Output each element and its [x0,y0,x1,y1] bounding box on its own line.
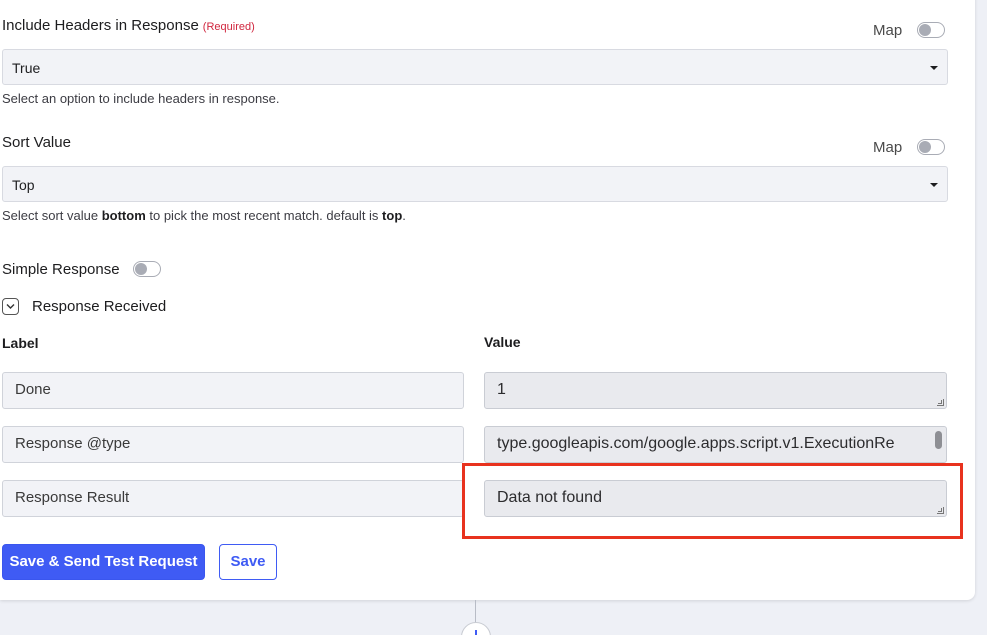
map-toggle-sort-value[interactable] [917,139,945,155]
sort-value-title: Sort Value [2,134,71,151]
response-label-input[interactable]: Done [2,372,464,409]
highlight-box [462,463,963,539]
add-step-icon[interactable] [461,622,491,635]
help-bold-bottom: bottom [101,208,146,223]
response-value-field[interactable]: 1 [484,372,947,409]
response-value-field[interactable]: type.googleapis.com/google.apps.script.v… [484,426,947,463]
value-text: 1 [497,381,506,398]
label-text: Response Result [15,489,130,506]
response-received-label: Response Received [32,298,167,315]
required-badge: (Required) [202,21,255,33]
toggle-knob [919,24,931,36]
include-headers-select[interactable]: True [2,49,948,85]
help-text: . [402,208,406,223]
toggle-knob [135,263,147,275]
map-toggle-include-headers[interactable] [917,22,945,38]
save-button[interactable]: Save [219,544,277,580]
response-label-input[interactable]: Response Result [2,480,464,517]
map-label: Map [873,22,903,39]
simple-response-toggle[interactable] [133,261,161,277]
help-bold-top: top [382,208,403,223]
collapse-toggle[interactable] [2,298,19,315]
scrollbar-thumb[interactable] [935,431,942,449]
resize-handle-icon[interactable] [937,399,944,406]
caret-down-icon [930,66,938,70]
help-text: to pick the most recent match. default i… [145,208,383,223]
value-column-header: Value [484,334,521,350]
caret-down-icon [930,183,938,187]
include-headers-help: Select an option to include headers in r… [2,91,280,106]
save-send-test-button[interactable]: Save & Send Test Request [2,544,205,580]
response-label-input[interactable]: Response @type [2,426,464,463]
label-text: Response @type [15,435,131,452]
toggle-knob [919,141,931,153]
sort-value-select[interactable]: Top [2,166,948,202]
include-headers-title: Include Headers in Response (Required) [2,17,255,34]
label-text: Done [15,381,51,398]
value-text: type.googleapis.com/google.apps.script.v… [497,435,895,452]
include-headers-selected: True [12,60,41,76]
simple-response-label: Simple Response [2,261,120,278]
include-headers-label: Include Headers in Response [2,17,199,34]
chevron-down-icon [6,304,15,309]
map-label: Map [873,139,903,156]
label-column-header: Label [2,335,39,351]
sort-value-selected: Top [12,177,35,193]
sort-value-help: Select sort value bottom to pick the mos… [2,208,406,223]
help-text: Select sort value [2,208,102,223]
